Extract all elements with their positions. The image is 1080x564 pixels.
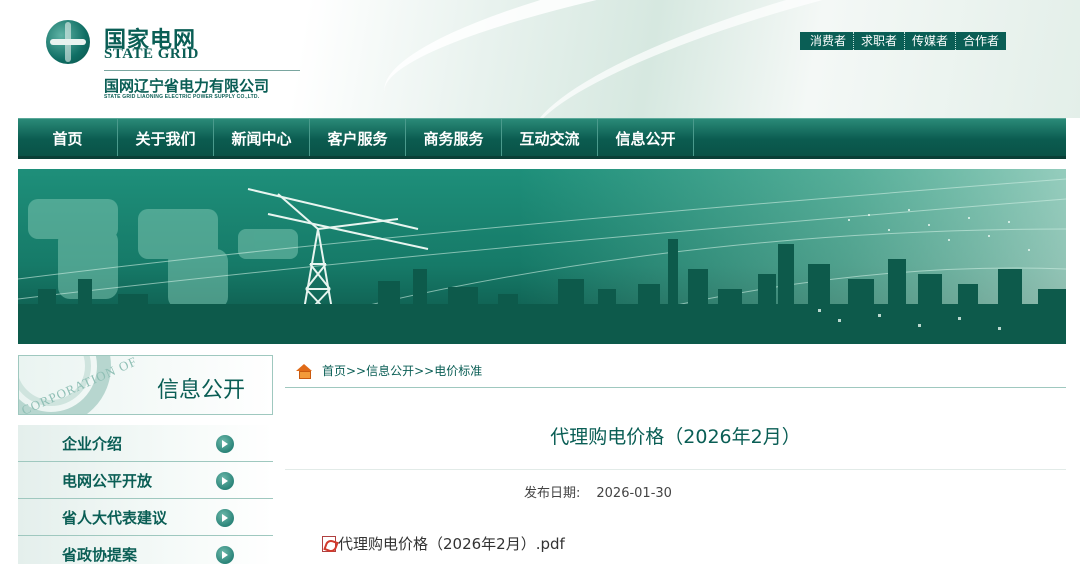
link-job-seeker[interactable]: 求职者 xyxy=(853,32,904,50)
link-partner[interactable]: 合作者 xyxy=(955,32,1006,50)
arrow-right-icon xyxy=(216,472,234,490)
home-icon[interactable] xyxy=(296,363,312,379)
sidebar-item-label: 省人大代表建议 xyxy=(62,509,168,527)
nav-item-info-disclosure[interactable]: 信息公开 xyxy=(598,119,694,156)
arrow-right-icon xyxy=(216,509,234,527)
title-divider xyxy=(285,469,1066,470)
publish-date-label: 发布日期: xyxy=(524,486,581,501)
sidebar-item-company-intro[interactable]: 企业介绍 xyxy=(18,425,273,462)
brand-divider xyxy=(104,70,300,71)
link-consumer[interactable]: 消费者 xyxy=(800,32,853,50)
nav-item-customer-service[interactable]: 客户服务 xyxy=(310,119,406,156)
nav-item-news[interactable]: 新闻中心 xyxy=(214,119,310,156)
company-name-cn: 国网辽宁省电力有限公司 xyxy=(104,77,270,95)
link-media[interactable]: 传媒者 xyxy=(904,32,955,50)
publish-date-value: 2026-01-30 xyxy=(596,486,672,501)
company-name-en: STATE GRID LIAONING ELECTRIC POWER SUPPL… xyxy=(104,94,260,100)
article-title: 代理购电价格（2026年2月） xyxy=(550,426,801,448)
nav-item-home[interactable]: 首页 xyxy=(18,119,118,156)
sidebar-item-grid-open-access[interactable]: 电网公平开放 xyxy=(18,462,273,499)
hero-banner xyxy=(18,169,1066,344)
sidebar-item-cppcc-proposals[interactable]: 省政协提案 xyxy=(18,536,273,564)
nav-item-business[interactable]: 商务服务 xyxy=(406,119,502,156)
sidebar-item-label: 电网公平开放 xyxy=(62,472,153,490)
sidebar-item-label: 企业介绍 xyxy=(62,435,123,453)
sidebar-title: 信息公开 xyxy=(157,378,246,403)
breadcrumb: 首页>>信息公开>>电价标准 xyxy=(296,362,482,379)
sidebar-menu: 企业介绍 电网公平开放 省人大代表建议 省政协提案 xyxy=(18,425,273,564)
publish-date: 发布日期: 2026-01-30 xyxy=(524,482,672,501)
arrow-right-icon xyxy=(216,546,234,564)
main-nav: 首页 关于我们 新闻中心 客户服务 商务服务 互动交流 信息公开 xyxy=(18,118,1066,159)
attachment: 代理购电价格（2026年2月）.pdf xyxy=(322,533,565,554)
state-grid-logo-icon[interactable] xyxy=(46,20,90,64)
attachment-link[interactable]: 代理购电价格（2026年2月）.pdf xyxy=(338,533,565,554)
breadcrumb-divider xyxy=(285,387,1066,388)
audience-links: 消费者 求职者 传媒者 合作者 xyxy=(800,32,1007,50)
nav-item-about[interactable]: 关于我们 xyxy=(118,119,214,156)
banner-image xyxy=(18,169,1066,344)
sidebar-item-label: 省政协提案 xyxy=(62,546,138,564)
breadcrumb-text[interactable]: 首页>>信息公开>>电价标准 xyxy=(322,362,482,379)
page-header: 国家电网 STATE GRID 国网辽宁省电力有限公司 STATE GRID L… xyxy=(0,0,1080,118)
sidebar-header: CORPORATION OF 信息公开 xyxy=(18,355,273,415)
brand-name-en[interactable]: STATE GRID xyxy=(104,46,199,63)
sidebar-item-npc-proposals[interactable]: 省人大代表建议 xyxy=(18,499,273,536)
nav-item-interaction[interactable]: 互动交流 xyxy=(502,119,598,156)
pdf-file-icon xyxy=(322,535,336,552)
arrow-right-icon xyxy=(216,435,234,453)
